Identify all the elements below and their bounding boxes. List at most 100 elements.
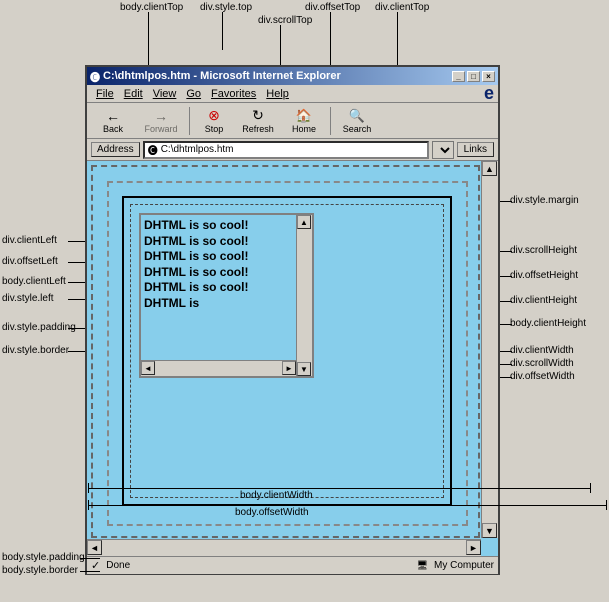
toolbar-sep-1: [189, 107, 190, 135]
search-btn[interactable]: 🔍 Search: [335, 105, 379, 137]
label-div-style-border: div.style.border: [2, 345, 69, 356]
home-icon: 🏠: [296, 108, 312, 124]
status-zone: My Computer: [434, 560, 494, 571]
status-text: Done: [106, 560, 130, 571]
label-div-style-padding: div.style.padding: [2, 322, 76, 333]
main-scroll-down[interactable]: ▼: [482, 523, 497, 538]
line-div-scroll-width: [500, 364, 512, 365]
line-div-offset-left: [68, 262, 85, 263]
label-body-client-top-1: body.clientTop: [120, 2, 183, 13]
main-scroll-left[interactable]: ◄: [87, 540, 102, 555]
scroll-div-hscrollbar[interactable]: ◄ ►: [141, 360, 296, 376]
status-zone-icon: 🖥: [417, 560, 428, 571]
label-body-client-height: body.clientHeight: [510, 318, 586, 329]
line-div-client-width: [500, 351, 512, 352]
ie-title-label: C:\dhtmlpos.htm - Microsoft Internet Exp…: [103, 70, 341, 82]
ie-title-text: 🅒 C:\dhtmlpos.htm - Microsoft Internet E…: [90, 69, 341, 84]
back-label: Back: [103, 124, 123, 134]
line-body-offset-width-right: [606, 500, 607, 510]
ie-minimize-btn[interactable]: _: [452, 71, 465, 82]
line-body-client-height: [500, 324, 512, 325]
forward-icon: →: [154, 108, 168, 124]
refresh-icon: ↻: [252, 107, 264, 124]
address-value: C:\dhtmlpos.htm: [161, 144, 234, 155]
back-btn[interactable]: ← Back: [91, 105, 135, 137]
line-div-style-margin: [500, 201, 512, 202]
address-dropdown[interactable]: [432, 141, 454, 159]
search-label: Search: [343, 124, 372, 134]
scroll-text: DHTML is so cool! DHTML is so cool! DHTM…: [144, 218, 248, 310]
label-div-client-width: div.clientWidth: [510, 345, 574, 356]
line-div-client-height: [500, 301, 512, 302]
scroll-up-btn[interactable]: ▲: [297, 215, 311, 229]
label-div-client-height: div.clientHeight: [510, 295, 577, 306]
scroll-left-btn[interactable]: ◄: [141, 361, 155, 375]
line-div-style-padding: [68, 328, 85, 329]
label-div-style-left: div.style.left: [2, 293, 54, 304]
scroll-right-btn[interactable]: ►: [282, 361, 296, 375]
main-vscrollbar[interactable]: ▲ ▼: [481, 161, 498, 538]
main-scroll-right[interactable]: ►: [466, 540, 481, 555]
refresh-btn[interactable]: ↻ Refresh: [236, 105, 280, 137]
forward-label: Forward: [144, 124, 177, 134]
menu-favorites[interactable]: Favorites: [206, 87, 261, 101]
div-border-rect: ▲ ▼ ◄ ► DHTML is so cool! DHTML is s: [122, 196, 452, 506]
main-htrack: [102, 540, 466, 556]
ie-statusbar: ✓ Done 🖥 My Computer: [87, 556, 498, 574]
address-icon: 🅒: [148, 142, 158, 157]
links-btn[interactable]: Links: [457, 142, 494, 157]
stop-icon: ⊗: [208, 107, 220, 124]
label-div-offset-top: div.offsetTop: [305, 2, 360, 13]
line-body-client-width: [88, 488, 591, 489]
ie-toolbar: ← Back → Forward ⊗ Stop ↻ Refresh 🏠: [87, 103, 498, 139]
stop-label: Stop: [205, 124, 224, 134]
ie-title-icon: 🅒: [90, 69, 100, 84]
ie-addressbar: Address 🅒 C:\dhtmlpos.htm Links: [87, 139, 498, 161]
line-div-offset-width: [500, 377, 512, 378]
ie-logo-icon: e: [484, 83, 494, 104]
scroll-track: [297, 229, 312, 362]
label-div-style-margin: div.style.margin: [510, 195, 579, 206]
back-icon: ←: [106, 108, 120, 124]
scroll-div[interactable]: ▲ ▼ ◄ ► DHTML is so cool! DHTML is s: [139, 213, 314, 378]
menu-edit[interactable]: Edit: [119, 87, 148, 101]
line-body-style-border: [80, 571, 100, 572]
label-body-client-left: body.clientLeft: [2, 276, 66, 287]
ie-close-btn[interactable]: ×: [482, 71, 495, 82]
line-div-style-left: [68, 299, 85, 300]
home-btn[interactable]: 🏠 Home: [282, 105, 326, 137]
diagram-container: body.clientTop div.style.top div.scrollT…: [0, 0, 609, 602]
line-body-offset-width: [88, 505, 607, 506]
search-icon: 🔍: [349, 108, 365, 124]
ie-window-controls: _ □ ×: [452, 71, 495, 82]
forward-btn[interactable]: → Forward: [137, 105, 185, 137]
main-vtrack: [482, 176, 498, 523]
scroll-div-vscrollbar[interactable]: ▲ ▼: [296, 215, 312, 376]
address-input[interactable]: 🅒 C:\dhtmlpos.htm: [143, 141, 429, 159]
label-div-scroll-height: div.scrollHeight: [510, 245, 577, 256]
line-div-offset-height: [500, 276, 512, 277]
menu-view[interactable]: View: [148, 87, 182, 101]
scroll-down-btn[interactable]: ▼: [297, 362, 311, 376]
label-div-style-top: div.style.top: [200, 2, 252, 13]
line-body-style-padding: [80, 558, 100, 559]
ie-maximize-btn[interactable]: □: [467, 71, 480, 82]
menu-file[interactable]: File: [91, 87, 119, 101]
main-scroll-up[interactable]: ▲: [482, 161, 497, 176]
label-body-client-width: body.clientWidth: [240, 490, 313, 501]
line-body-offset-width-left: [88, 500, 89, 510]
line-body-client-width-right: [590, 483, 591, 493]
ie-menubar: File Edit View Go Favorites Help e: [87, 85, 498, 103]
refresh-label: Refresh: [242, 124, 274, 134]
main-hscrollbar[interactable]: ◄ ►: [87, 539, 481, 556]
line-body-client-left: [68, 282, 85, 283]
label-div-client-top-2: div.clientTop: [375, 2, 429, 13]
menu-help[interactable]: Help: [261, 87, 294, 101]
label-body-style-border: body.style.border: [2, 565, 78, 576]
address-label: Address: [91, 142, 140, 157]
menu-go[interactable]: Go: [181, 87, 206, 101]
stop-btn[interactable]: ⊗ Stop: [194, 105, 234, 137]
line-body-client-width-left: [88, 483, 89, 493]
label-div-scroll-width: div.scrollWidth: [510, 358, 574, 369]
label-body-offset-width: body.offsetWidth: [235, 507, 309, 518]
